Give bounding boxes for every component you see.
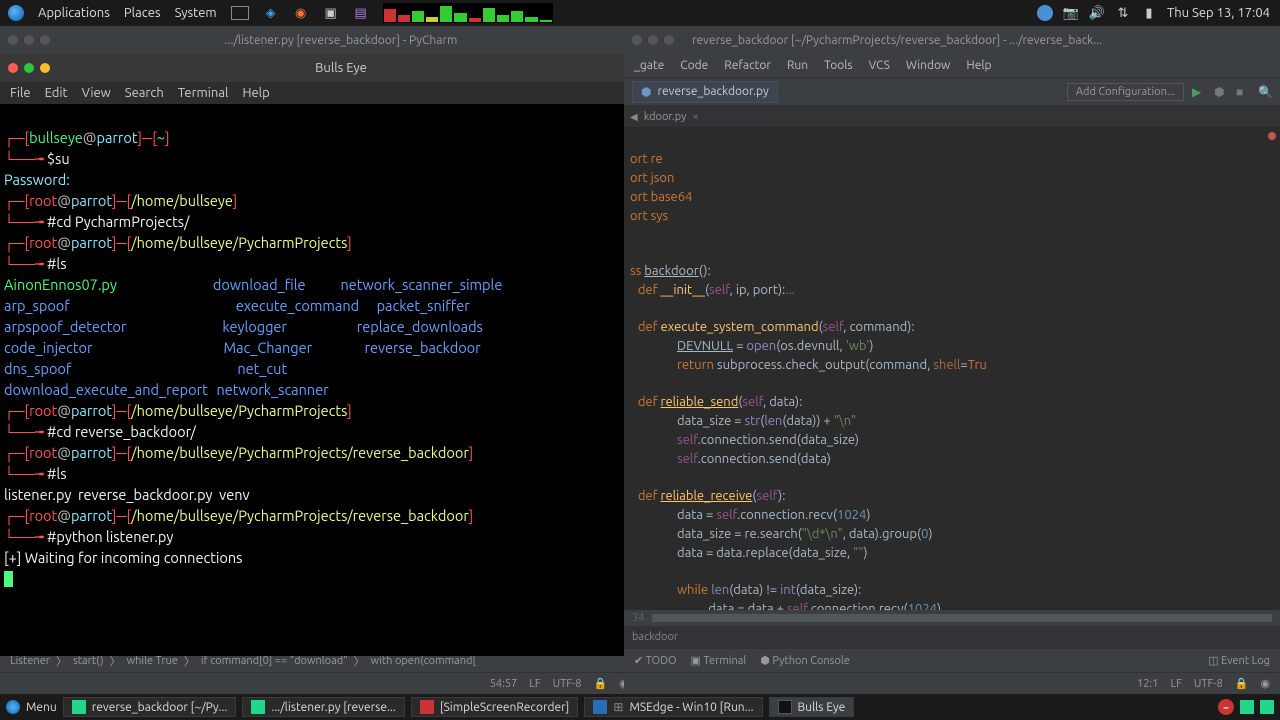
distro-logo-icon — [8, 5, 24, 21]
tray-app-icon[interactable] — [1037, 5, 1053, 21]
menu-code[interactable]: Code — [680, 59, 708, 72]
task-item[interactable]: ⊞ MSEdge - Win10 [Run... — [584, 697, 762, 717]
gutter-bottom: 34 — [624, 610, 1280, 626]
menu-applications[interactable]: Applications — [38, 6, 110, 20]
pycharm-tray-icon[interactable] — [1260, 700, 1274, 714]
clock[interactable]: Thu Sep 13, 17:04 — [1167, 6, 1270, 20]
menu-view[interactable]: View — [82, 86, 111, 100]
menu-terminal[interactable]: Terminal — [178, 86, 229, 100]
menu-search[interactable]: Search — [125, 86, 164, 100]
close-tab-icon[interactable]: × — [692, 111, 698, 123]
debug-icon[interactable]: ⬢ — [1214, 85, 1228, 99]
window-controls[interactable] — [0, 35, 58, 45]
task-item[interactable]: reverse_backdoor [~/Py... — [63, 697, 237, 717]
window-title: reverse_backdoor [~/PycharmProjects/reve… — [682, 34, 1102, 47]
distro-logo-icon[interactable] — [6, 700, 20, 714]
encoding[interactable]: UTF-8 — [1194, 678, 1223, 690]
file-tab[interactable]: ⬢ reverse_backdoor.py — [632, 81, 778, 103]
system-menu-bar: Applications Places System ◈ ◉ ▣ ▤ 📷 🔊 ⇅… — [0, 0, 1280, 26]
search-icon[interactable]: 🔍 — [1258, 85, 1272, 99]
terminal-icon[interactable]: ▣ — [323, 5, 339, 21]
no-entry-icon[interactable]: – — [1218, 699, 1234, 715]
terminal-icon — [778, 700, 792, 714]
pycharm-left-titlebar[interactable]: .../listener.py [reverse_backdoor] - PyC… — [0, 26, 624, 54]
task-item[interactable]: [SimpleScreenRecorder] — [411, 697, 579, 717]
system-monitor-graph[interactable] — [383, 3, 553, 23]
inspect-icon[interactable]: ◉ — [1260, 677, 1270, 690]
menu-file[interactable]: File — [10, 86, 31, 100]
battery-icon[interactable]: ▮ — [1141, 5, 1157, 21]
task-item[interactable]: Bulls Eye — [769, 697, 855, 717]
firefox-icon[interactable]: ◉ — [293, 5, 309, 21]
editor-area[interactable]: ort re ort json ort base64 ort sys ss ba… — [624, 128, 1280, 610]
network-icon[interactable]: ⇅ — [1115, 5, 1131, 21]
notes-icon[interactable]: ▤ — [353, 5, 369, 21]
line-number: 34 — [632, 612, 644, 624]
menu-system[interactable]: System — [175, 6, 217, 20]
virtualbox-icon — [593, 700, 607, 714]
file-tab-label: reverse_backdoor.py — [657, 85, 768, 98]
pycharm-right-window: _gate Code Refactor Run Tools VCS Window… — [624, 54, 1280, 694]
terminal-cursor — [4, 571, 13, 587]
window-controls[interactable] — [0, 63, 58, 73]
menu-window[interactable]: Window — [906, 59, 950, 72]
caret-position: 12:1 — [1137, 678, 1158, 690]
camera-icon[interactable]: 📷 — [1063, 5, 1079, 21]
pycharm-icon — [72, 700, 86, 714]
telegram-icon[interactable]: ◈ — [263, 5, 279, 21]
workspace-icon[interactable] — [231, 6, 249, 20]
editor-tabs: ◀ kdoor.py × — [624, 106, 1280, 128]
volume-icon[interactable]: 🔊 — [1089, 5, 1105, 21]
taskbar: Menu reverse_backdoor [~/Py... .../liste… — [0, 694, 1280, 720]
status-bar: 12:1 LF UTF-8 🔒 ◉ — [624, 672, 1280, 694]
pycharm-tray-icon[interactable] — [1240, 700, 1254, 714]
encoding[interactable]: UTF-8 — [553, 678, 582, 690]
menu-edit[interactable]: Edit — [45, 86, 68, 100]
window-title: Bulls Eye — [58, 61, 624, 75]
menu-help[interactable]: Help — [242, 86, 269, 100]
run-icon[interactable]: ▶ — [1192, 85, 1206, 99]
lock-icon: 🔒 — [593, 677, 607, 690]
tool-window-bar: ✔ TODO ▣ Terminal ⬢ Python Console ◫ Eve… — [624, 648, 1280, 672]
terminal-window: Bulls Eye File Edit View Search Terminal… — [0, 54, 624, 656]
menu-places[interactable]: Places — [124, 6, 161, 20]
task-item[interactable]: .../listener.py [reverse... — [242, 697, 404, 717]
toolbar: ⬢ reverse_backdoor.py Add Configuration.… — [624, 78, 1280, 106]
pycharm-right-titlebar[interactable]: reverse_backdoor [~/PycharmProjects/reve… — [624, 26, 1280, 54]
window-controls[interactable] — [624, 35, 682, 45]
ide-menu: _gate Code Refactor Run Tools VCS Window… — [624, 54, 1280, 78]
python-file-icon: ⬢ — [641, 85, 651, 99]
recorder-icon — [420, 700, 434, 714]
pycharm-icon — [251, 700, 265, 714]
line-sep[interactable]: LF — [529, 678, 540, 690]
menu-vcs[interactable]: VCS — [869, 59, 890, 72]
terminal-content[interactable]: ┌─[bullseye@parrot]─[~] └──╼ $su Passwor… — [0, 104, 624, 613]
menu-tools[interactable]: Tools — [824, 59, 853, 72]
run-config-dropdown[interactable]: Add Configuration... — [1067, 83, 1184, 101]
window-title: .../listener.py [reverse_backdoor] - PyC… — [58, 34, 624, 47]
python-console-tool[interactable]: ⬢ Python Console — [760, 654, 850, 667]
terminal-menu: File Edit View Search Terminal Help — [0, 82, 624, 104]
terminal-tool[interactable]: ▣ Terminal — [691, 654, 747, 667]
horizontal-scrollbar[interactable] — [652, 614, 1272, 622]
editor-tab[interactable]: kdoor.py — [644, 111, 687, 123]
menu-help[interactable]: Help — [966, 59, 991, 72]
line-sep[interactable]: LF — [1170, 678, 1181, 690]
collapse-icon[interactable]: ◀ — [630, 111, 638, 123]
breadcrumbs[interactable]: backdoor — [624, 626, 1280, 648]
menu-run[interactable]: Run — [787, 59, 808, 72]
menu-button[interactable]: Menu — [26, 701, 57, 714]
menu-navigate[interactable]: _gate — [634, 59, 664, 72]
caret-position: 54:57 — [490, 678, 518, 690]
terminal-titlebar[interactable]: Bulls Eye — [0, 54, 624, 82]
menu-refactor[interactable]: Refactor — [724, 59, 771, 72]
status-bar: 54:57 LF UTF-8 🔒 ◉ ⊡ — [0, 672, 660, 694]
error-marker-icon[interactable] — [1268, 132, 1276, 140]
todo-tool[interactable]: ✔ TODO — [634, 654, 677, 667]
stop-icon[interactable]: ■ — [1236, 85, 1250, 99]
event-log-tool[interactable]: ◫ Event Log — [1208, 654, 1270, 667]
lock-icon: 🔒 — [1235, 677, 1249, 690]
